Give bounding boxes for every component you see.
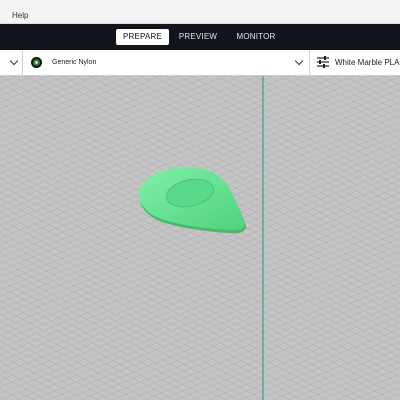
- material-extruder-icon[interactable]: [31, 57, 42, 68]
- sliders-settings-icon[interactable]: [317, 55, 329, 69]
- toolbar-divider: [22, 50, 23, 75]
- material-selector-label[interactable]: Generic Nylon: [52, 59, 96, 66]
- material-dropdown-chevron-icon[interactable]: [294, 56, 304, 66]
- print-settings-label[interactable]: White Marble PLA... - D: [335, 58, 400, 67]
- menu-bar: Help: [0, 0, 400, 24]
- tab-preview[interactable]: PREVIEW: [176, 29, 220, 45]
- tab-monitor[interactable]: MONITOR: [232, 29, 280, 45]
- tab-prepare[interactable]: PREPARE: [116, 29, 169, 45]
- build-plate-grid: [0, 76, 400, 400]
- toolbar-divider: [309, 50, 310, 75]
- printer-dropdown-chevron-icon[interactable]: [9, 56, 19, 66]
- 3d-viewport[interactable]: [0, 76, 400, 400]
- menu-help[interactable]: Help: [12, 12, 28, 20]
- stage-tabs-bar: PREPARE PREVIEW MONITOR: [0, 24, 400, 50]
